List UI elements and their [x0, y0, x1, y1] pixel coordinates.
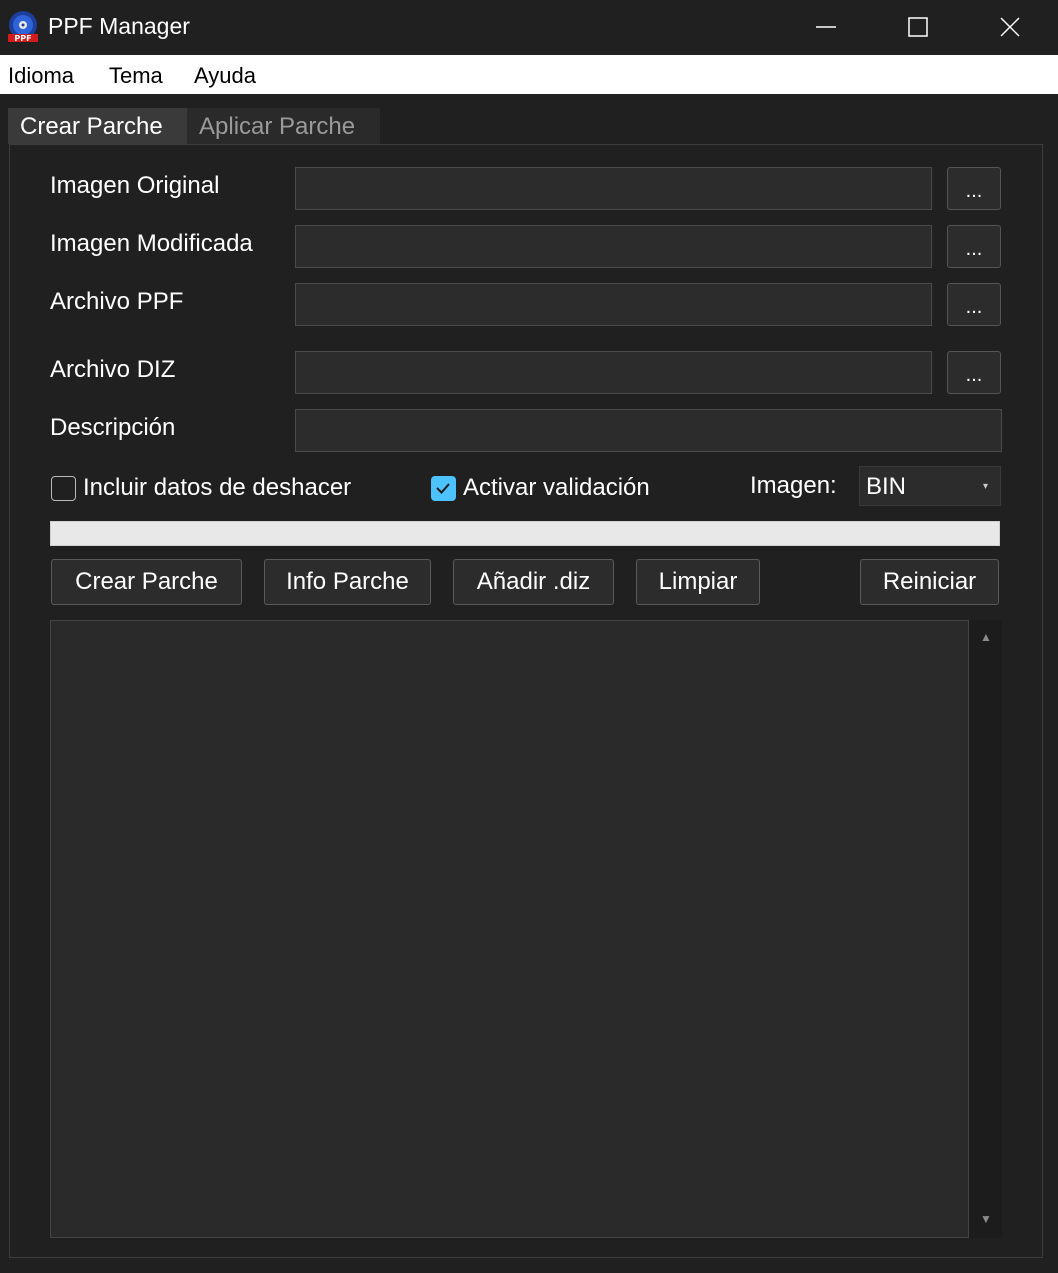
modified-image-field[interactable]: [295, 225, 932, 268]
checkmark-icon: [436, 483, 450, 494]
patch-info-button[interactable]: Info Parche: [264, 559, 431, 605]
image-type-label: Imagen:: [750, 472, 837, 499]
minimize-button[interactable]: [780, 0, 872, 55]
svg-text:PPF: PPF: [14, 34, 31, 43]
add-diz-button[interactable]: Añadir .diz: [453, 559, 614, 605]
maximize-button[interactable]: [872, 0, 964, 55]
undo-data-checkbox[interactable]: [51, 476, 76, 501]
browse-original-button[interactable]: ...: [947, 167, 1001, 210]
image-type-value: BIN: [866, 473, 907, 500]
diz-file-field[interactable]: [295, 351, 932, 394]
browse-ppf-button[interactable]: ...: [947, 283, 1001, 326]
validation-checkbox[interactable]: [431, 476, 456, 501]
reset-button[interactable]: Reiniciar: [860, 559, 999, 605]
undo-data-label[interactable]: Incluir datos de deshacer: [83, 474, 351, 502]
minimize-icon: [816, 26, 836, 28]
original-image-label: Imagen Original: [50, 172, 220, 199]
log-scrollbar[interactable]: ▲ ▼: [969, 620, 1002, 1238]
ppf-file-field[interactable]: [295, 283, 932, 326]
chevron-down-icon: ▾: [982, 481, 988, 492]
menu-idioma[interactable]: Idioma: [8, 63, 74, 89]
original-image-field[interactable]: [295, 167, 932, 210]
browse-diz-button[interactable]: ...: [947, 351, 1001, 394]
create-patch-button[interactable]: Crear Parche: [51, 559, 242, 605]
menu-ayuda[interactable]: Ayuda: [194, 63, 256, 89]
clear-button[interactable]: Limpiar: [636, 559, 760, 605]
menu-bar: Idioma Tema Ayuda: [0, 55, 1058, 94]
close-button[interactable]: [964, 0, 1056, 55]
window-title: PPF Manager: [48, 13, 190, 39]
scroll-up-icon[interactable]: ▲: [980, 630, 992, 644]
log-textarea[interactable]: [50, 620, 969, 1238]
tab-aplicar-parche[interactable]: Aplicar Parche: [187, 108, 380, 144]
menu-tema[interactable]: Tema: [109, 63, 163, 89]
description-label: Descripción: [50, 414, 176, 441]
modified-image-label: Imagen Modificada: [50, 230, 253, 257]
tab-crear-parche[interactable]: Crear Parche: [8, 108, 187, 144]
title-bar: PPF PPF Manager: [0, 0, 1058, 55]
progress-bar: [50, 521, 1000, 546]
close-icon: [1000, 17, 1020, 37]
scroll-down-icon[interactable]: ▼: [980, 1212, 992, 1226]
validation-label[interactable]: Activar validación: [463, 474, 650, 502]
diz-file-label: Archivo DIZ: [50, 356, 176, 383]
ppf-file-label: Archivo PPF: [50, 288, 184, 315]
description-field[interactable]: [295, 409, 1002, 452]
image-type-select[interactable]: BIN ▾: [859, 466, 1001, 506]
ppf-disc-icon: PPF: [8, 11, 38, 43]
browse-modified-button[interactable]: ...: [947, 225, 1001, 268]
maximize-icon: [908, 17, 928, 37]
